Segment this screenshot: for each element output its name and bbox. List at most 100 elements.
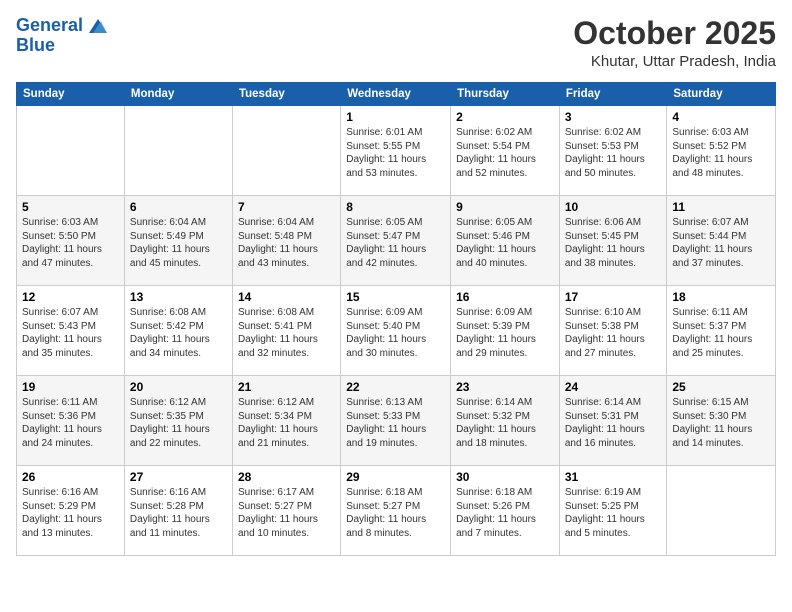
- day-number: 31: [565, 470, 662, 484]
- header-tuesday: Tuesday: [232, 83, 340, 106]
- day-info: Sunrise: 6:06 AM Sunset: 5:45 PM Dayligh…: [565, 216, 662, 270]
- day-info: Sunrise: 6:17 AM Sunset: 5:27 PM Dayligh…: [238, 486, 335, 540]
- day-number: 3: [565, 110, 662, 124]
- logo-icon: [89, 19, 107, 33]
- calendar-cell: 18Sunrise: 6:11 AM Sunset: 5:37 PM Dayli…: [667, 286, 776, 376]
- day-info: Sunrise: 6:19 AM Sunset: 5:25 PM Dayligh…: [565, 486, 662, 540]
- calendar-header-row: SundayMondayTuesdayWednesdayThursdayFrid…: [17, 83, 776, 106]
- title-block: October 2025 Khutar, Uttar Pradesh, Indi…: [573, 16, 776, 70]
- calendar-cell: 23 Sunrise: 6:14 AM Sunset: 5:32 PM Dayli…: [451, 376, 560, 466]
- day-info: Sunrise: 6:12 AM Sunset: 5:35 PM Dayligh…: [130, 396, 227, 450]
- calendar-cell: 24 Sunrise: 6:14 AM Sunset: 5:31 PM Dayli…: [559, 376, 667, 466]
- day-number: 10: [565, 200, 662, 214]
- day-info: Sunrise: 6:01 AM Sunset: 5:55 PM Dayligh…: [346, 126, 445, 180]
- header-saturday: Saturday: [667, 83, 776, 106]
- day-info: Sunrise: 6:09 AM Sunset: 5:39 PM Dayligh…: [456, 306, 554, 360]
- day-number: 2: [456, 110, 554, 124]
- day-number: 8: [346, 200, 445, 214]
- day-info: Sunrise: 6:08 AM Sunset: 5:42 PM Dayligh…: [130, 306, 227, 360]
- header-friday: Friday: [559, 83, 667, 106]
- day-info: Sunrise: 6:15 AM Sunset: 5:30 PM Dayligh…: [672, 396, 770, 450]
- day-info: Sunrise: 6:10 AM Sunset: 5:38 PM Dayligh…: [565, 306, 662, 360]
- header-thursday: Thursday: [451, 83, 560, 106]
- day-number: 24: [565, 380, 662, 394]
- header-sunday: Sunday: [17, 83, 125, 106]
- calendar-cell: 10 Sunrise: 6:06 AM Sunset: 5:45 PM Dayli…: [559, 196, 667, 286]
- day-info: Sunrise: 6:14 AM Sunset: 5:31 PM Dayligh…: [565, 396, 662, 450]
- day-number: 12: [22, 290, 119, 304]
- calendar-cell: 9Sunrise: 6:05 AM Sunset: 5:46 PM Daylig…: [451, 196, 560, 286]
- day-number: 21: [238, 380, 335, 394]
- page-header: General Blue October 2025 Khutar, Uttar …: [16, 16, 776, 70]
- calendar-cell: 3 Sunrise: 6:02 AM Sunset: 5:53 PM Daylig…: [559, 106, 667, 196]
- calendar-cell: 20Sunrise: 6:12 AM Sunset: 5:35 PM Dayli…: [124, 376, 232, 466]
- calendar-cell: 16 Sunrise: 6:09 AM Sunset: 5:39 PM Dayli…: [451, 286, 560, 376]
- logo: General Blue: [16, 16, 107, 56]
- calendar-cell: 21 Sunrise: 6:12 AM Sunset: 5:34 PM Dayli…: [232, 376, 340, 466]
- day-number: 9: [456, 200, 554, 214]
- calendar-cell: [232, 106, 340, 196]
- day-info: Sunrise: 6:03 AM Sunset: 5:52 PM Dayligh…: [672, 126, 770, 180]
- day-info: Sunrise: 6:04 AM Sunset: 5:48 PM Dayligh…: [238, 216, 335, 270]
- calendar-cell: 4 Sunrise: 6:03 AM Sunset: 5:52 PM Daylig…: [667, 106, 776, 196]
- day-number: 6: [130, 200, 227, 214]
- day-number: 27: [130, 470, 227, 484]
- day-info: Sunrise: 6:11 AM Sunset: 5:37 PM Dayligh…: [672, 306, 770, 360]
- day-number: 30: [456, 470, 554, 484]
- day-info: Sunrise: 6:12 AM Sunset: 5:34 PM Dayligh…: [238, 396, 335, 450]
- day-info: Sunrise: 6:09 AM Sunset: 5:40 PM Dayligh…: [346, 306, 445, 360]
- day-number: 26: [22, 470, 119, 484]
- calendar-cell: 2 Sunrise: 6:02 AM Sunset: 5:54 PM Daylig…: [451, 106, 560, 196]
- day-info: Sunrise: 6:18 AM Sunset: 5:26 PM Dayligh…: [456, 486, 554, 540]
- logo-text: General: [16, 16, 107, 36]
- calendar-cell: 11 Sunrise: 6:07 AM Sunset: 5:44 PM Dayli…: [667, 196, 776, 286]
- day-info: Sunrise: 6:08 AM Sunset: 5:41 PM Dayligh…: [238, 306, 335, 360]
- calendar-table: SundayMondayTuesdayWednesdayThursdayFrid…: [16, 82, 776, 556]
- day-number: 11: [672, 200, 770, 214]
- day-number: 23: [456, 380, 554, 394]
- day-number: 14: [238, 290, 335, 304]
- calendar-cell: [17, 106, 125, 196]
- day-info: Sunrise: 6:16 AM Sunset: 5:29 PM Dayligh…: [22, 486, 119, 540]
- day-number: 16: [456, 290, 554, 304]
- day-info: Sunrise: 6:14 AM Sunset: 5:32 PM Dayligh…: [456, 396, 554, 450]
- day-info: Sunrise: 6:02 AM Sunset: 5:54 PM Dayligh…: [456, 126, 554, 180]
- day-number: 22: [346, 380, 445, 394]
- calendar-cell: [667, 466, 776, 556]
- calendar-cell: 13Sunrise: 6:08 AM Sunset: 5:42 PM Dayli…: [124, 286, 232, 376]
- calendar-cell: 26 Sunrise: 6:16 AM Sunset: 5:29 PM Dayli…: [17, 466, 125, 556]
- calendar-cell: 25Sunrise: 6:15 AM Sunset: 5:30 PM Dayli…: [667, 376, 776, 466]
- day-info: Sunrise: 6:05 AM Sunset: 5:47 PM Dayligh…: [346, 216, 445, 270]
- logo-text-blue: Blue: [16, 36, 107, 56]
- header-monday: Monday: [124, 83, 232, 106]
- day-number: 4: [672, 110, 770, 124]
- calendar-week-row: 19 Sunrise: 6:11 AM Sunset: 5:36 PM Dayli…: [17, 376, 776, 466]
- calendar-cell: 29Sunrise: 6:18 AM Sunset: 5:27 PM Dayli…: [341, 466, 451, 556]
- day-number: 15: [346, 290, 445, 304]
- calendar-cell: 28 Sunrise: 6:17 AM Sunset: 5:27 PM Dayli…: [232, 466, 340, 556]
- day-info: Sunrise: 6:04 AM Sunset: 5:49 PM Dayligh…: [130, 216, 227, 270]
- day-info: Sunrise: 6:02 AM Sunset: 5:53 PM Dayligh…: [565, 126, 662, 180]
- calendar-week-row: 5Sunrise: 6:03 AM Sunset: 5:50 PM Daylig…: [17, 196, 776, 286]
- calendar-cell: 31 Sunrise: 6:19 AM Sunset: 5:25 PM Dayli…: [559, 466, 667, 556]
- calendar-cell: 1 Sunrise: 6:01 AM Sunset: 5:55 PM Daylig…: [341, 106, 451, 196]
- calendar-cell: 27Sunrise: 6:16 AM Sunset: 5:28 PM Dayli…: [124, 466, 232, 556]
- day-number: 19: [22, 380, 119, 394]
- day-info: Sunrise: 6:18 AM Sunset: 5:27 PM Dayligh…: [346, 486, 445, 540]
- day-info: Sunrise: 6:13 AM Sunset: 5:33 PM Dayligh…: [346, 396, 445, 450]
- day-info: Sunrise: 6:11 AM Sunset: 5:36 PM Dayligh…: [22, 396, 119, 450]
- calendar-cell: [124, 106, 232, 196]
- month-title: October 2025: [573, 16, 776, 51]
- calendar-cell: 19 Sunrise: 6:11 AM Sunset: 5:36 PM Dayli…: [17, 376, 125, 466]
- calendar-cell: 5Sunrise: 6:03 AM Sunset: 5:50 PM Daylig…: [17, 196, 125, 286]
- day-number: 28: [238, 470, 335, 484]
- calendar-cell: 17Sunrise: 6:10 AM Sunset: 5:38 PM Dayli…: [559, 286, 667, 376]
- calendar-cell: 22 Sunrise: 6:13 AM Sunset: 5:33 PM Dayli…: [341, 376, 451, 466]
- calendar-cell: 14 Sunrise: 6:08 AM Sunset: 5:41 PM Dayli…: [232, 286, 340, 376]
- location: Khutar, Uttar Pradesh, India: [573, 53, 776, 70]
- day-number: 5: [22, 200, 119, 214]
- calendar-cell: 7Sunrise: 6:04 AM Sunset: 5:48 PM Daylig…: [232, 196, 340, 286]
- calendar-cell: 30 Sunrise: 6:18 AM Sunset: 5:26 PM Dayli…: [451, 466, 560, 556]
- day-info: Sunrise: 6:07 AM Sunset: 5:44 PM Dayligh…: [672, 216, 770, 270]
- day-number: 1: [346, 110, 445, 124]
